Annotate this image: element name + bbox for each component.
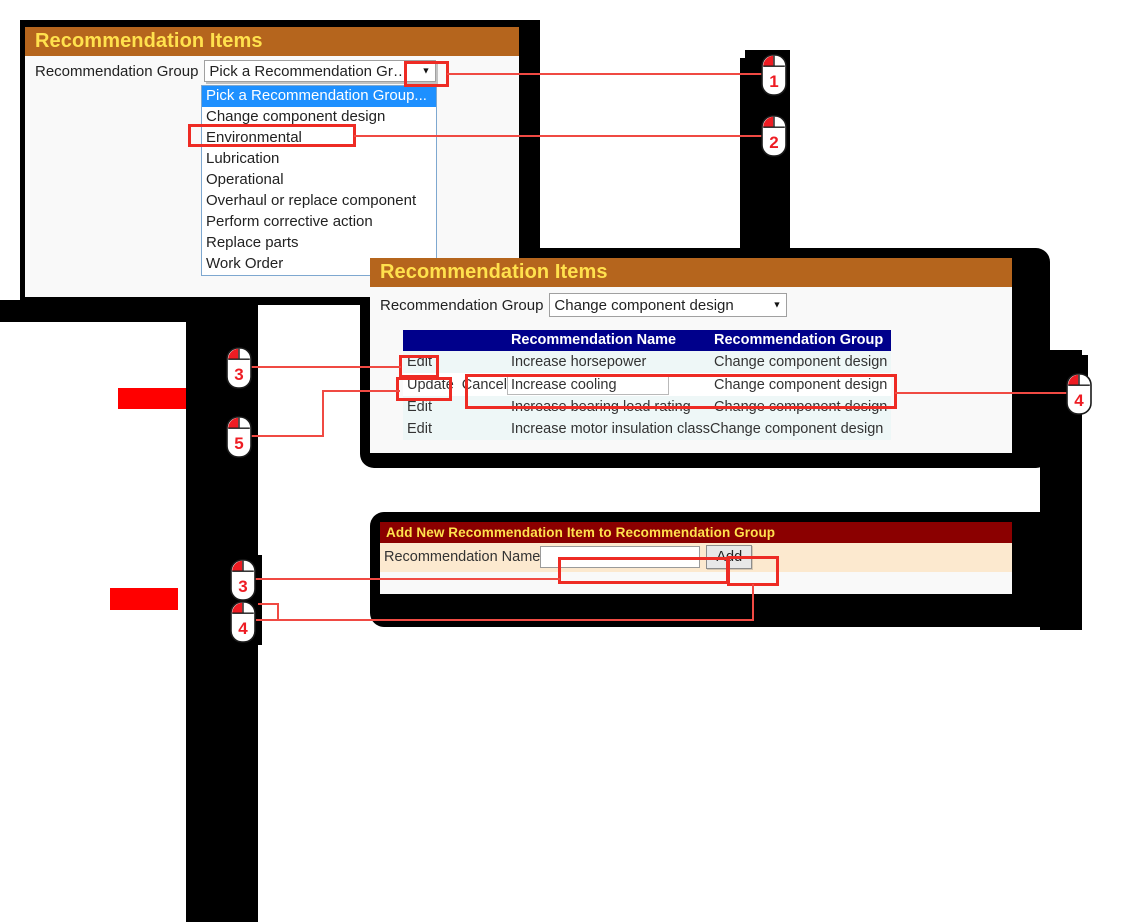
table-row: Edit Increase horsepower Change componen…	[403, 351, 892, 374]
highlight-dropdown-caret	[404, 61, 449, 87]
panel-title-grid: Recommendation Items	[370, 258, 1012, 288]
connector-line-4a	[895, 392, 1075, 394]
group-form-row-grid: Recommendation Group Change component de…	[370, 287, 1012, 318]
col-recommendation-group: Recommendation Group	[710, 330, 892, 352]
recommendation-group-select[interactable]: Pick a Recommendation Group... ▼	[204, 60, 437, 83]
row-group-cell: Change component design	[710, 351, 892, 374]
recommendation-group-select-grid[interactable]: Change component design ▼	[549, 293, 788, 318]
connector-line-4b-stub	[277, 603, 279, 620]
callout-badge-4a: 4	[1064, 373, 1094, 417]
option-lubrication[interactable]: Lubrication	[202, 149, 436, 170]
mouse-icon	[761, 115, 787, 157]
highlight-edit-link	[399, 355, 439, 378]
recommendation-items-panel-grid: Recommendation Items Recommendation Grou…	[370, 258, 1012, 453]
connector-line-4b-stub2	[258, 603, 278, 605]
option-overhaul-or-replace-component[interactable]: Overhaul or replace component	[202, 191, 436, 212]
callout-badge-3b: 3	[228, 559, 258, 603]
edit-link[interactable]: Edit	[407, 421, 432, 437]
table-header-row: Recommendation Name Recommendation Group	[403, 330, 892, 352]
mouse-icon	[226, 416, 252, 458]
connector-line-3b	[255, 578, 560, 580]
group-label-grid: Recommendation Group	[380, 296, 544, 314]
recommendation-group-select-grid-value: Change component design	[554, 296, 734, 314]
connector-line-4b-seg1	[752, 584, 754, 621]
redaction-block-lower	[110, 588, 178, 610]
option-pick-a-recommendation-group[interactable]: Pick a Recommendation Group...	[202, 86, 436, 107]
option-perform-corrective-action[interactable]: Perform corrective action	[202, 212, 436, 233]
option-operational[interactable]: Operational	[202, 170, 436, 191]
highlight-option-environmental	[188, 124, 356, 147]
connector-line-5-seg1	[249, 435, 324, 437]
highlight-recommendation-name-input	[558, 557, 729, 584]
row-name-cell: Increase horsepower	[506, 351, 711, 374]
backing-plate-mid-left	[0, 300, 190, 322]
redaction-block-upper	[118, 388, 186, 409]
callout-badge-3a: 3	[224, 347, 254, 391]
callout-badge-5: 5	[224, 416, 254, 460]
row-name-cell: Increase motor insulation class	[506, 418, 711, 441]
col-recommendation-name: Recommendation Name	[506, 330, 711, 352]
connector-line-2	[354, 135, 774, 137]
panel-title-top: Recommendation Items	[25, 27, 519, 57]
mouse-icon	[230, 601, 256, 643]
callout-badge-1: 1	[759, 54, 789, 98]
highlight-add-button	[727, 556, 779, 586]
mouse-icon	[226, 347, 252, 389]
col-commands	[403, 330, 507, 352]
connector-line-4b-seg2	[256, 619, 754, 621]
highlight-update-link	[396, 377, 452, 401]
screenshot-stage: Recommendation Items Recommendation Grou…	[0, 0, 1133, 922]
callout-badge-4b: 4	[228, 601, 258, 645]
connector-line-3a	[249, 366, 401, 368]
add-name-label: Recommendation Name	[384, 549, 541, 566]
group-label-top: Recommendation Group	[35, 62, 199, 80]
recommendation-group-option-list[interactable]: Pick a Recommendation Group... Change co…	[201, 85, 437, 276]
edit-link[interactable]: Edit	[407, 399, 432, 415]
row-group-cell: Change component design	[710, 418, 892, 441]
recommendation-group-select-value: Pick a Recommendation Group...	[209, 62, 412, 80]
highlight-editing-row	[465, 374, 897, 409]
callout-badge-2: 2	[759, 115, 789, 159]
row-command-cell[interactable]: Edit	[403, 418, 507, 441]
connector-line-5-seg3	[322, 390, 400, 392]
add-panel-title: Add New Recommendation Item to Recommend…	[380, 522, 1012, 544]
mouse-icon	[761, 54, 787, 96]
chevron-down-icon-grid: ▼	[772, 299, 782, 310]
mouse-icon	[230, 559, 256, 601]
table-row: Edit Increase motor insulation class Cha…	[403, 418, 892, 441]
mouse-icon	[1066, 373, 1092, 415]
option-replace-parts[interactable]: Replace parts	[202, 233, 436, 254]
connector-line-5-seg2	[322, 390, 324, 437]
connector-line-1	[447, 73, 772, 75]
